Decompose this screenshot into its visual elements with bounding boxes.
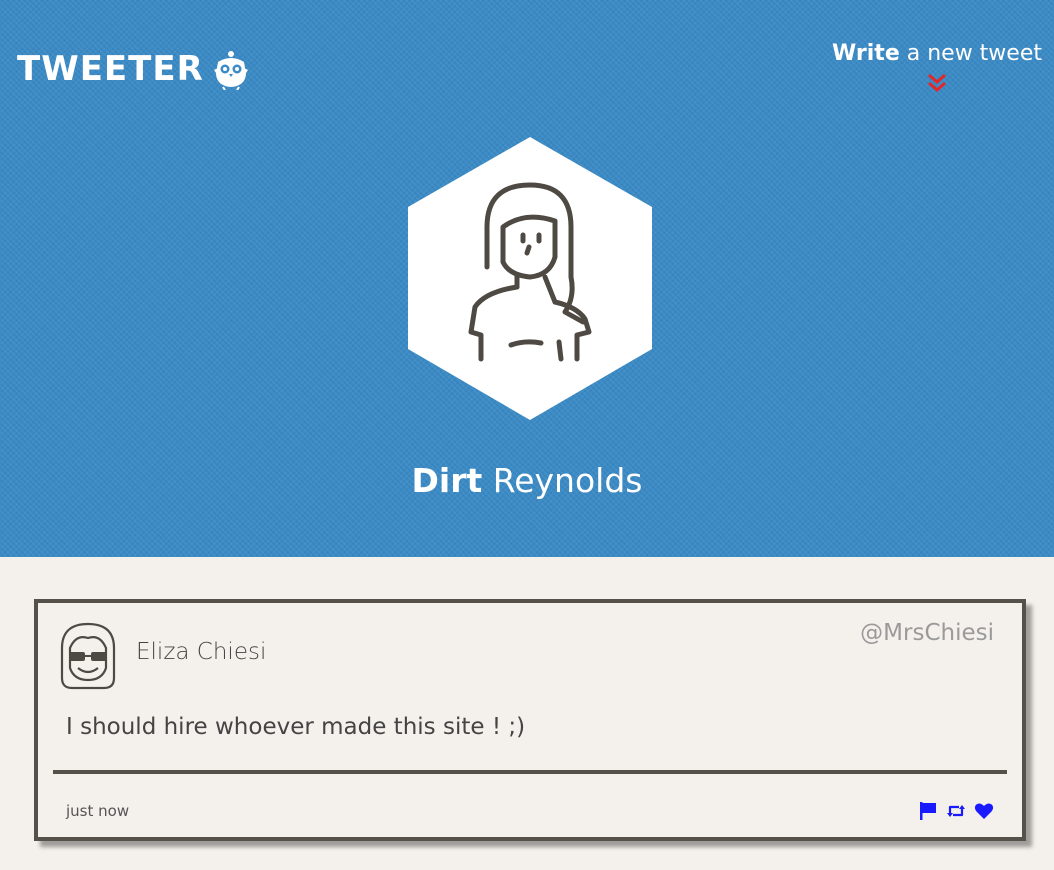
write-tweet-button[interactable]: Write a new tweet <box>832 38 1042 94</box>
tweet-actions <box>918 801 994 821</box>
tweet-author-handle[interactable]: @MrsChiesi <box>860 617 994 649</box>
tweet-text: I should hire whoever made this site ! ;… <box>66 714 526 740</box>
profile-avatar <box>408 137 652 420</box>
retweet-icon[interactable] <box>946 801 966 821</box>
profile-first-name: Dirt <box>411 461 483 500</box>
heart-icon[interactable] <box>974 801 994 821</box>
profile-header: TWEETER Write a new tweet Dirt Reynolds <box>0 0 1054 557</box>
tweet-divider <box>53 770 1007 774</box>
write-tweet-label: Write a new tweet <box>832 38 1042 70</box>
owl-icon <box>213 51 248 90</box>
tweet-card: Eliza Chiesi @MrsChiesi I should hire wh… <box>34 599 1026 841</box>
profile-name: Dirt Reynolds <box>0 456 1054 506</box>
tweet-timestamp: just now <box>66 802 130 820</box>
write-tweet-label-bold: Write <box>832 41 900 66</box>
site-logo[interactable]: TWEETER <box>17 46 250 92</box>
tweet-author-name[interactable]: Eliza Chiesi <box>136 637 266 667</box>
double-chevron-down-icon <box>928 73 947 92</box>
profile-last-name: Reynolds <box>482 461 643 500</box>
avatar-glasses-icon[interactable] <box>56 618 120 690</box>
flag-icon[interactable] <box>918 801 938 821</box>
logo-text: TWEETER <box>17 49 204 89</box>
write-tweet-label-rest: a new tweet <box>899 41 1042 66</box>
